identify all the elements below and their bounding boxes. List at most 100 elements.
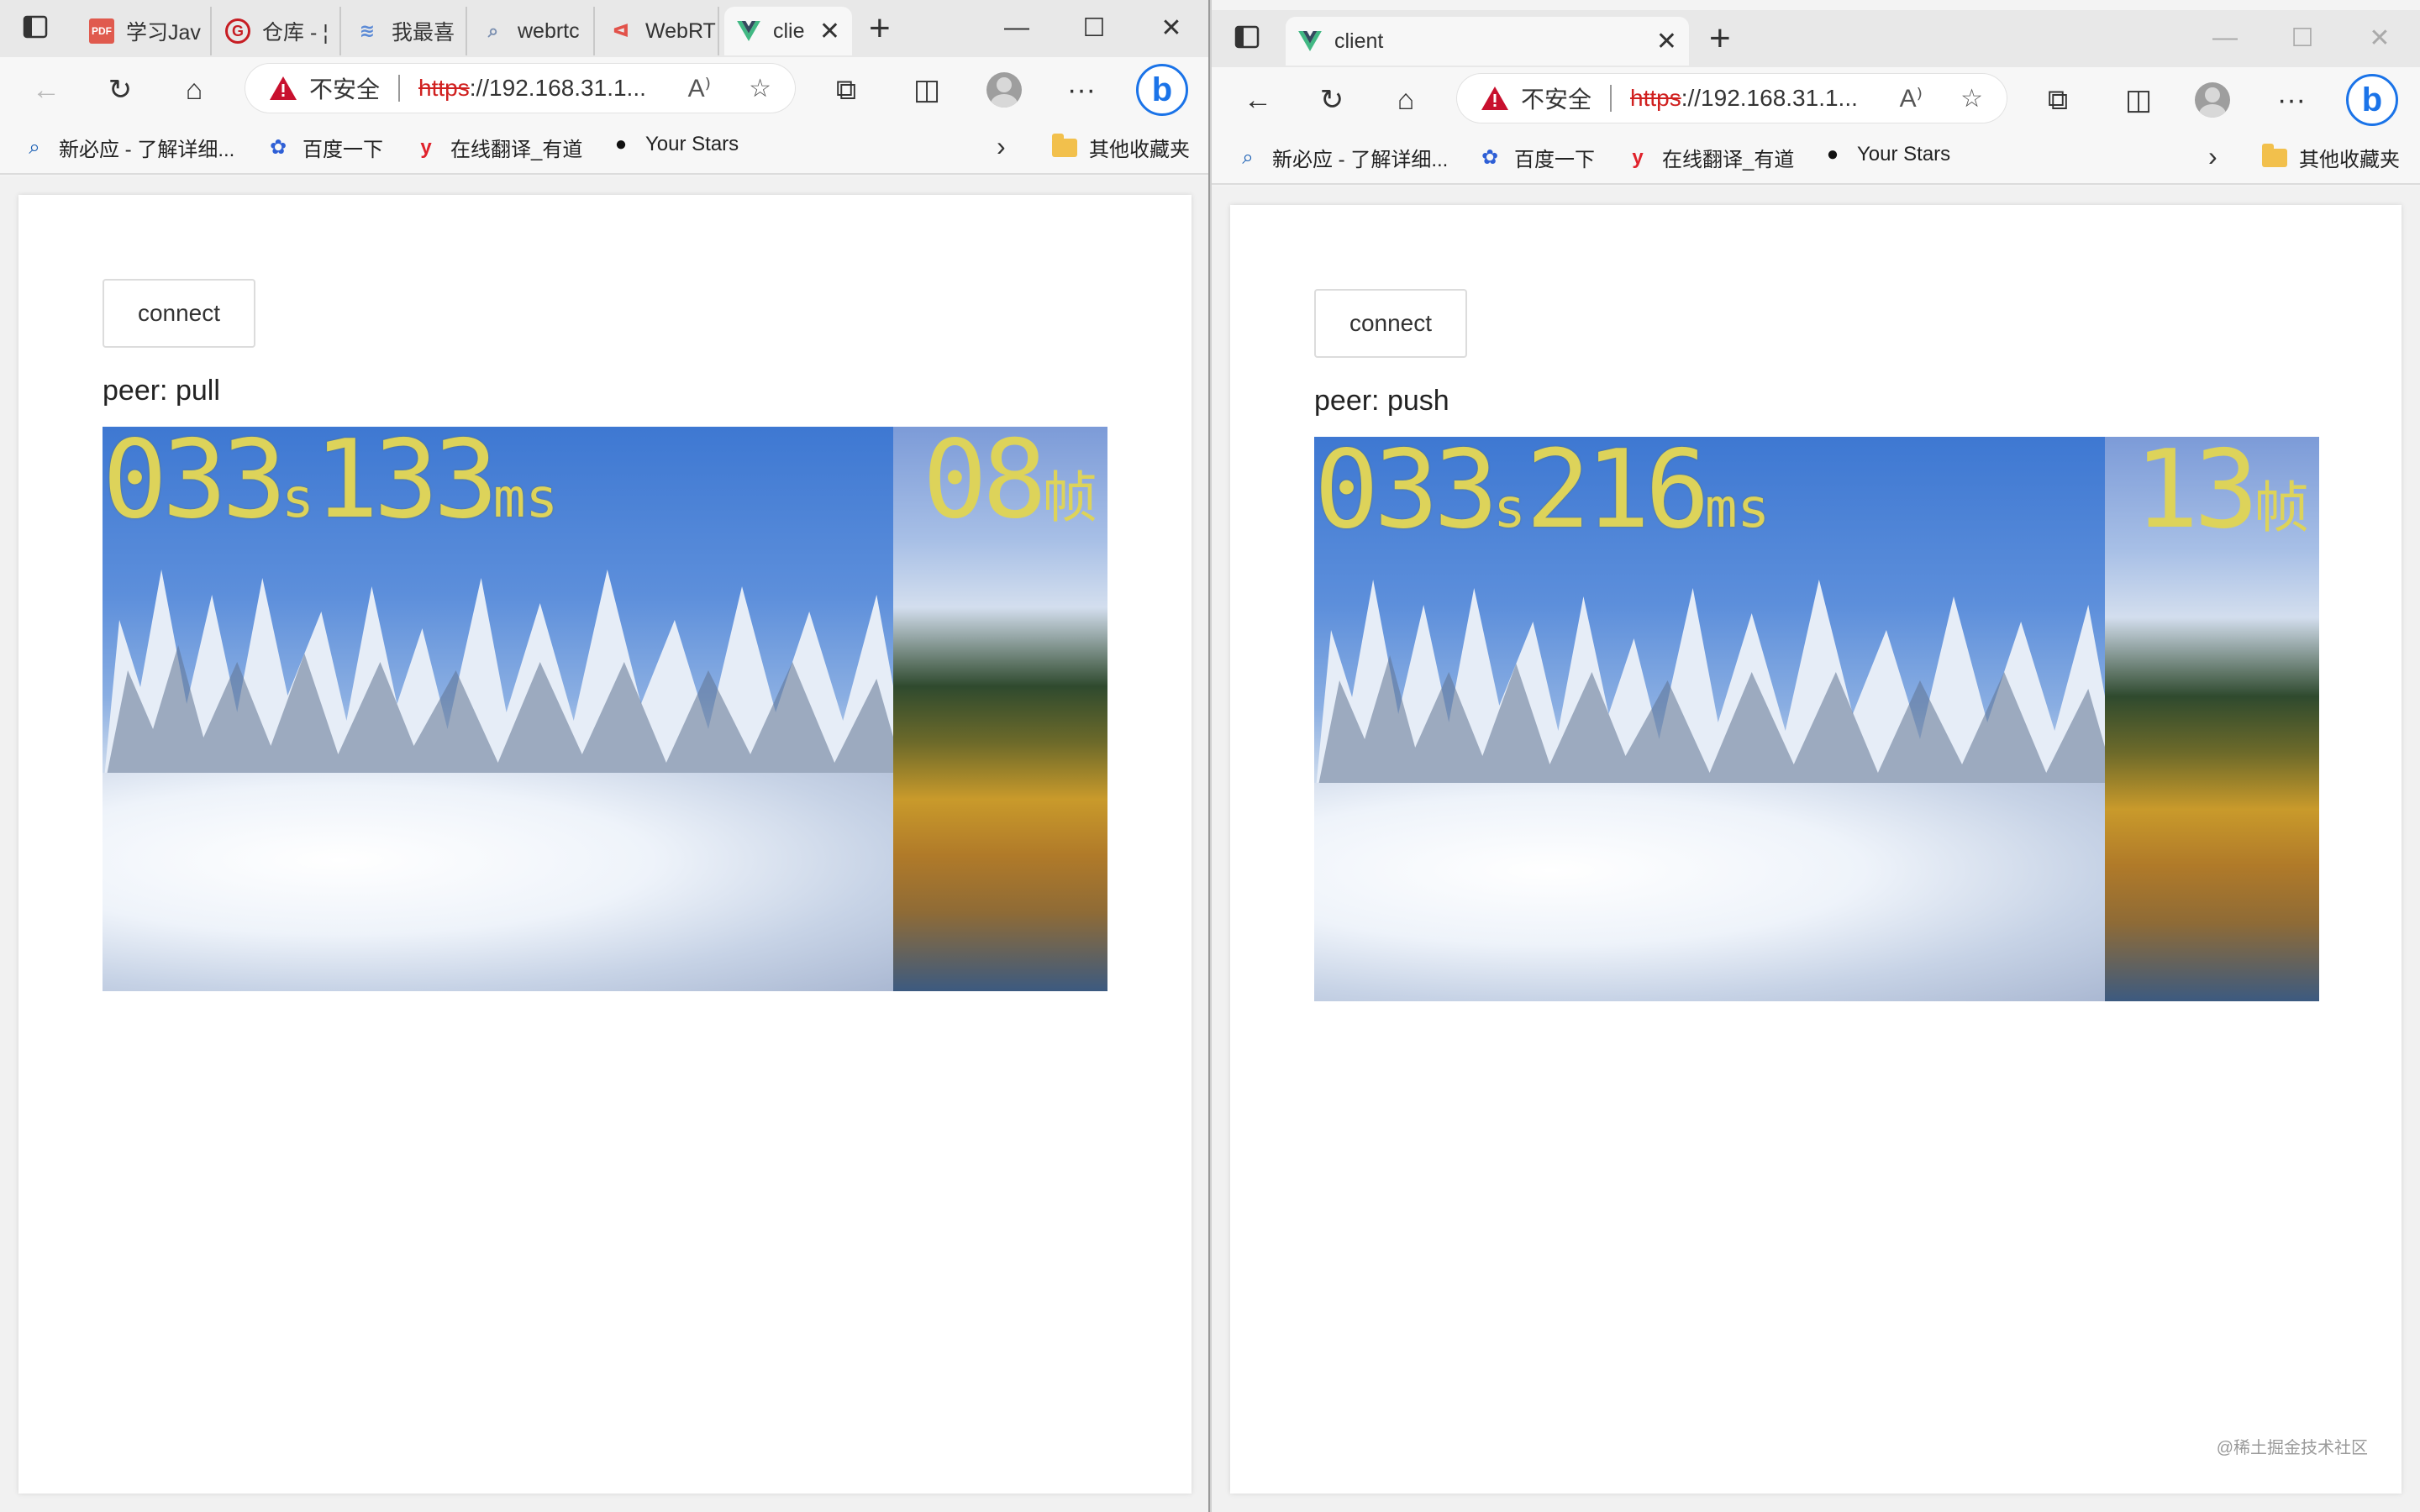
search-icon: ⌕ [487,20,499,41]
bookmark-bing[interactable]: ⌕ 新必应 - 了解详细... [1237,143,1448,172]
profile-avatar[interactable] [2195,82,2230,118]
chevron-right-icon[interactable]: › [2208,141,2217,172]
add-favorite-icon[interactable]: ☆ [1960,84,1983,113]
bookmark-github[interactable]: ● Your Stars [1822,143,1950,166]
pdf-icon: PDF [89,18,114,44]
insecure-label: 不安全 [1521,87,1592,113]
back-icon[interactable]: ← [1239,81,1277,119]
bookmarks-bar: ⌕ 新必应 - 了解详细... ✿ 百度一下 y 在线翻译_有道 ● Your Star… [0,121,1208,175]
tab-actions-icon[interactable] [1232,22,1270,55]
other-bookmarks-label: 其他收藏夹 [1089,139,1190,161]
other-bookmarks[interactable]: 其他收藏夹 [2262,143,2400,172]
chevron-right-icon[interactable]: › [997,131,1006,162]
tab-actions-icon[interactable] [20,12,59,45]
page-viewport: connect peer: push 033s216ms 13帧 @稀土掘金技术… [1212,186,2420,1512]
vue-icon [1297,29,1323,54]
minimize-icon[interactable]: — [978,8,1055,47]
address-separator [398,75,401,102]
youdao-icon: y [420,135,432,159]
address-separator [1610,85,1612,112]
connect-button[interactable]: connect [1314,289,1467,358]
close-window-icon[interactable]: ✕ [1133,8,1208,47]
profile-avatar[interactable] [986,72,1022,108]
bookmark-youdao[interactable]: y 在线翻译_有道 [1627,143,1794,172]
url-scheme: https [1630,85,1681,111]
timestamp-overlay: 033s133ms [103,427,558,553]
connect-button[interactable]: connect [103,279,255,348]
timestamp-ms: 216 [1525,437,1710,553]
timestamp-overlay: 033s216ms [1314,437,1770,563]
bookmark-baidu[interactable]: ✿ 百度一下 [1479,143,1595,172]
tab-active[interactable]: clie ✕ [724,7,852,55]
video-trees [103,570,894,796]
search-icon: ⌕ [1242,145,1254,169]
frame-overlay: 08帧 [923,427,1097,552]
page-card: connect peer: push 033s216ms 13帧 @稀土掘金技术… [1230,205,2402,1494]
other-bookmarks[interactable]: 其他收藏夹 [1052,133,1190,162]
bing-copilot-icon[interactable]: b [2346,74,2398,126]
tab-4[interactable]: ⌕ webrtc [469,7,595,55]
bookmark-github[interactable]: ● Your Stars [610,133,739,156]
maximize-icon[interactable]: ☐ [2264,18,2341,57]
timestamp-ms: 133 [313,427,498,543]
ms-unit: ms [492,468,558,530]
tab-3[interactable]: ≋ 我最喜 [343,7,467,55]
address-bar[interactable]: 不安全 https ://192.168.31.1... A⁾ ☆ [1457,74,2007,123]
tab-label: webrtc [518,18,580,43]
browser-window-left: PDF 学习Jav G 仓库 - ¦ ≋ 我最喜 ⌕ webrtc ᐊ WebR… [0,0,1210,1512]
seconds-unit: s [1493,478,1526,540]
split-screen-icon[interactable]: ◫ [2119,81,2158,119]
read-aloud-icon[interactable]: A⁾ [688,74,711,103]
refresh-icon[interactable]: ↻ [1313,81,1351,119]
frame-overlay: 13帧 [2134,437,2309,562]
read-aloud-icon[interactable]: A⁾ [1900,84,1923,113]
bookmark-label: 新必应 - 了解详细... [1272,149,1449,171]
folder-icon [1052,133,1077,157]
close-tab-icon[interactable]: ✕ [1646,27,1677,56]
warning-icon [270,76,297,100]
tab-1[interactable]: PDF 学习Jav [77,7,212,55]
tab-bar: PDF 学习Jav G 仓库 - ¦ ≋ 我最喜 ⌕ webrtc ᐊ WebR… [0,0,1208,57]
frame-unit: 帧 [2254,475,2309,540]
bing-copilot-icon[interactable]: b [1136,64,1188,116]
bookmark-baidu[interactable]: ✿ 百度一下 [267,133,383,162]
frame-number: 08 [922,427,1047,543]
maximize-icon[interactable]: ☐ [1055,8,1133,47]
tab-active[interactable]: client ✕ [1286,17,1689,66]
split-screen-icon[interactable]: ◫ [908,71,946,109]
seconds-unit: s [281,468,314,530]
extensions-icon[interactable]: ⧉ [827,71,865,109]
home-icon[interactable]: ⌂ [175,71,213,109]
tab-2[interactable]: G 仓库 - ¦ [213,7,341,55]
close-tab-icon[interactable]: ✕ [809,17,840,46]
window-controls: — ☐ ✕ [978,8,1208,47]
bookmark-youdao[interactable]: y 在线翻译_有道 [415,133,582,162]
video-player[interactable]: 033s133ms 08帧 [103,427,1107,991]
page-card: connect peer: pull 033s133ms 08帧 [18,195,1192,1494]
insecure-label: 不安全 [309,76,381,102]
new-tab-icon[interactable]: + [869,10,891,47]
tab-label: 仓库 - ¦ [262,21,329,45]
more-icon[interactable]: ··· [1062,71,1101,109]
bookmark-label: 百度一下 [302,139,383,161]
home-icon[interactable]: ⌂ [1386,81,1425,119]
minimize-icon[interactable]: — [2186,18,2264,57]
video-snow [1314,783,2106,1001]
bookmark-bing[interactable]: ⌕ 新必应 - 了解详细... [24,133,234,162]
timestamp-seconds: 033 [103,427,287,543]
video-player[interactable]: 033s216ms 13帧 [1314,437,2319,1001]
bookmark-label: 新必应 - 了解详细... [59,139,235,161]
address-bar[interactable]: 不安全 https ://192.168.31.1... A⁾ ☆ [245,64,795,113]
url-host: ://192.168.31.1... [469,75,646,101]
close-window-icon[interactable]: ✕ [2341,18,2418,57]
add-favorite-icon[interactable]: ☆ [749,74,771,103]
tab-5[interactable]: ᐊ WebRT [597,7,719,55]
page-viewport: connect peer: pull 033s133ms 08帧 [0,176,1208,1512]
extensions-icon[interactable]: ⧉ [2039,81,2077,119]
youdao-icon: y [1632,145,1644,169]
url-host: ://192.168.31.1... [1681,85,1858,111]
new-tab-icon[interactable]: + [1709,20,1731,57]
more-icon[interactable]: ··· [2272,81,2311,119]
refresh-icon[interactable]: ↻ [101,71,139,109]
back-icon[interactable]: ← [27,71,66,109]
